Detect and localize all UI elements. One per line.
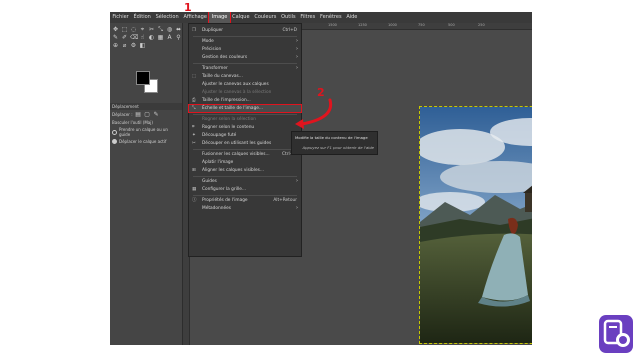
step-2-arrow-icon	[295, 98, 333, 129]
brand-logo-icon	[596, 313, 636, 355]
